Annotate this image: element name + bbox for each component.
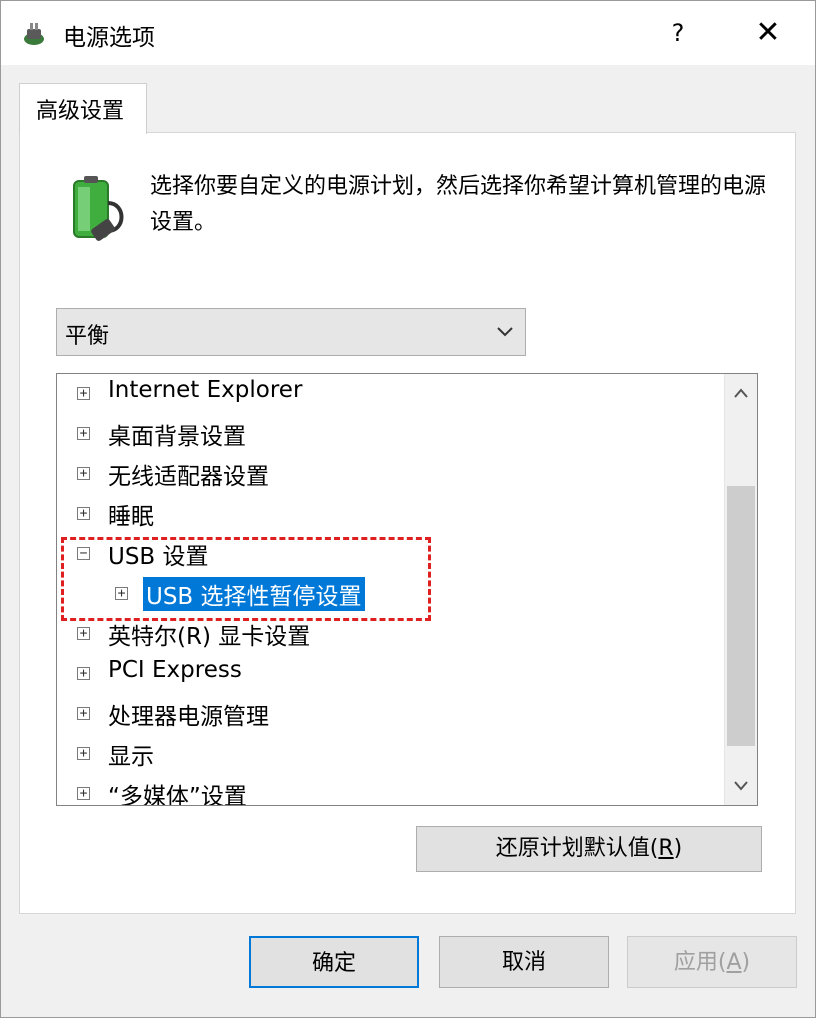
title-bar: 电源选项 ? ✕	[1, 1, 815, 65]
expand-icon[interactable]: +	[77, 787, 90, 800]
tree-item-label: Internet Explorer	[108, 377, 303, 403]
tree-item-label: 桌面背景设置	[108, 424, 246, 450]
scrollbar-thumb[interactable]	[727, 486, 755, 746]
tree-scrollbar[interactable]	[724, 374, 757, 805]
tree-item-label: 英特尔(R) 显卡设置	[108, 624, 311, 650]
expand-icon[interactable]: +	[77, 507, 90, 520]
tab-label: 高级设置	[36, 99, 125, 124]
tree-item-label: USB 设置	[108, 544, 209, 570]
power-plan-value: 平衡	[65, 324, 110, 349]
tree-item-label: “多媒体”设置	[108, 784, 247, 806]
apply-label: 应用	[673, 950, 718, 975]
settings-panel: 选择你要自定义的电源计划，然后选择你希望计算机管理的电源设置。 平衡 + Int…	[19, 132, 796, 914]
expand-icon[interactable]: +	[77, 627, 90, 640]
tree-item-label: 无线适配器设置	[108, 464, 269, 490]
power-plug-icon	[24, 23, 44, 45]
expand-icon[interactable]: +	[77, 427, 90, 440]
window-title: 电源选项	[63, 25, 155, 51]
restore-defaults-accel: R	[658, 836, 674, 861]
scroll-down-icon[interactable]	[725, 765, 757, 805]
tree-item-label: 处理器电源管理	[108, 704, 269, 730]
expand-icon[interactable]: +	[77, 707, 90, 720]
tree-item-label-selected: USB 选择性暂停设置	[143, 577, 365, 611]
tree-item-label: PCI Express	[108, 657, 242, 683]
settings-tree[interactable]: + Internet Explorer + 桌面背景设置 + 无线适配器设置 +…	[56, 373, 758, 806]
expand-icon[interactable]: +	[77, 747, 90, 760]
power-plan-dropdown[interactable]: 平衡	[56, 308, 526, 356]
power-options-dialog: 电源选项 ? ✕ 高级设置 选择你要自定义的电源计划，然后选择你希望计算机管理的…	[0, 0, 816, 1018]
expand-icon[interactable]: +	[77, 667, 90, 680]
chevron-down-icon	[497, 327, 513, 337]
close-button[interactable]: ✕	[745, 11, 791, 55]
battery-plug-icon	[73, 176, 124, 241]
restore-defaults-button[interactable]: 还原计划默认值(R)	[416, 826, 762, 872]
description-text: 选择你要自定义的电源计划，然后选择你希望计算机管理的电源设置。	[150, 174, 767, 235]
restore-defaults-label: 还原计划默认值	[495, 836, 650, 861]
expand-icon[interactable]: +	[77, 387, 90, 400]
tab-advanced-settings[interactable]: 高级设置	[19, 83, 147, 134]
cancel-button[interactable]: 取消	[439, 936, 609, 988]
help-button[interactable]: ?	[655, 11, 701, 55]
ok-button[interactable]: 确定	[249, 936, 419, 988]
tree-item-label: 显示	[108, 744, 154, 770]
collapse-icon[interactable]: −	[77, 547, 90, 560]
scroll-up-icon[interactable]	[725, 374, 757, 414]
tree-item-label: 睡眠	[108, 504, 154, 530]
expand-icon[interactable]: +	[115, 587, 128, 600]
apply-accel: A	[726, 950, 742, 975]
expand-icon[interactable]: +	[77, 467, 90, 480]
apply-button[interactable]: 应用(A)	[627, 936, 797, 988]
